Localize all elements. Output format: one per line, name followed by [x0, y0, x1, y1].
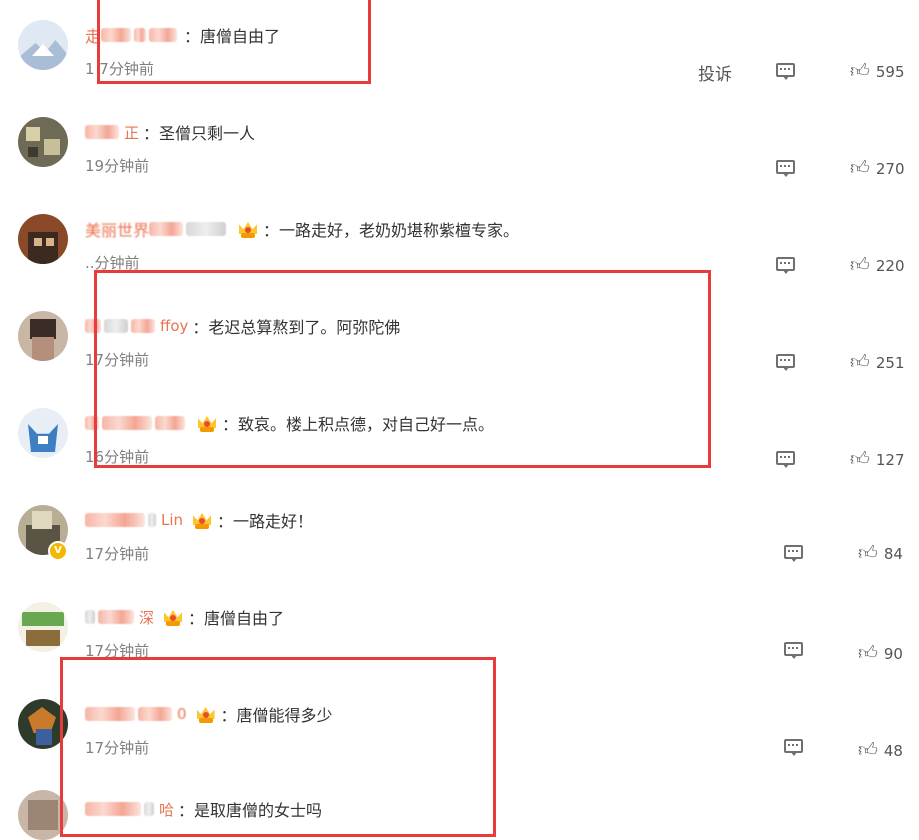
like-button[interactable]: 👍︎ 251: [850, 353, 905, 372]
crown-badge-icon: [196, 412, 218, 434]
username[interactable]: 美丽世界: [85, 217, 229, 241]
comment-text: ：老迟总算熬到了。阿弥陀佛: [192, 318, 401, 337]
comment-bubble-icon[interactable]: [776, 257, 798, 275]
timestamp: 17分钟前: [85, 642, 150, 660]
comment-item: 深 ：唐僧自由了 17分钟前 👍︎ 90: [0, 582, 919, 679]
comment-text: ：致哀。楼上积点德，对自己好一点。: [222, 415, 495, 434]
comment-item: 正 ：圣僧只剩一人 19分钟前 👍︎ 270: [0, 97, 919, 194]
like-button[interactable]: 👍︎ 48: [858, 741, 903, 760]
like-button[interactable]: 👍︎ 127: [850, 450, 905, 469]
avatar[interactable]: [18, 408, 68, 458]
username[interactable]: ffoy: [85, 317, 188, 335]
comment-text: ：唐僧能得多少: [220, 706, 333, 725]
username[interactable]: Lin: [85, 511, 183, 529]
avatar[interactable]: [18, 20, 68, 70]
thumbs-up-icon: 👍︎: [850, 448, 870, 470]
thumbs-up-icon: 👍︎: [850, 157, 870, 179]
comment-text: ：是取唐僧的女士吗: [178, 801, 323, 820]
comment-bubble-icon[interactable]: [784, 739, 806, 757]
comment-item: 哈 ：是取唐僧的女士吗: [0, 776, 919, 840]
timestamp: 17分钟前: [85, 351, 150, 369]
timestamp: 1 7分钟前: [85, 60, 154, 78]
username[interactable]: 走: [85, 23, 180, 47]
avatar[interactable]: [18, 602, 68, 652]
like-count: 84: [883, 544, 903, 563]
comment-text: ：唐僧自由了: [188, 609, 285, 628]
comment-bubble-icon[interactable]: [776, 160, 798, 178]
comment-bubble-icon[interactable]: [784, 545, 806, 563]
timestamp: 19分钟前: [85, 157, 150, 175]
like-count: 48: [883, 741, 903, 760]
thumbs-up-icon: 👍︎: [850, 351, 870, 373]
comment-text: ：一路走好！: [217, 512, 314, 531]
comment-bubble-icon[interactable]: [776, 451, 798, 469]
comment-text: ：唐僧自由了: [184, 27, 281, 46]
timestamp: 17分钟前: [85, 739, 150, 757]
crown-badge-icon: [191, 509, 213, 531]
username[interactable]: [85, 416, 188, 430]
timestamp: ..分钟前: [85, 254, 140, 272]
thumbs-up-icon: 👍︎: [858, 542, 878, 564]
thumbs-up-icon: 👍︎: [858, 642, 878, 664]
verified-v-icon: V: [48, 541, 68, 561]
like-button[interactable]: 👍︎ 595: [850, 62, 905, 81]
username[interactable]: 正: [85, 122, 139, 143]
comment-item: V Lin ：一路走好！ 17分钟前 👍︎ 84: [0, 485, 919, 582]
username[interactable]: 哈: [85, 799, 174, 820]
username[interactable]: 深: [85, 607, 154, 628]
comment-bubble-icon[interactable]: [776, 354, 798, 372]
comment-item: 美丽世界 ：一路走好，老奶奶堪称紫檀专家。 ..分钟前 👍︎ 220: [0, 194, 919, 291]
crown-badge-icon: [195, 703, 217, 725]
like-count: 127: [875, 450, 905, 469]
thumbs-up-icon: 👍︎: [858, 739, 878, 761]
like-count: 220: [875, 256, 905, 275]
like-count: 251: [875, 353, 905, 372]
thumbs-up-icon: 👍︎: [850, 254, 870, 276]
avatar[interactable]: [18, 214, 68, 264]
timestamp: 17分钟前: [85, 545, 150, 563]
like-button[interactable]: 👍︎ 270: [850, 159, 905, 178]
crown-badge-icon: [162, 606, 184, 628]
comment-item: ffoy ：老迟总算熬到了。阿弥陀佛 17分钟前 👍︎ 251: [0, 291, 919, 388]
like-button[interactable]: 👍︎ 220: [850, 256, 905, 275]
avatar[interactable]: [18, 790, 68, 840]
like-button[interactable]: 👍︎ 90: [858, 644, 903, 663]
avatar[interactable]: [18, 311, 68, 361]
comment-item: 0 ：唐僧能得多少 17分钟前 👍︎ 48: [0, 679, 919, 776]
like-button[interactable]: 👍︎ 84: [858, 544, 903, 563]
username[interactable]: 0: [85, 705, 187, 723]
avatar[interactable]: [18, 699, 68, 749]
avatar[interactable]: [18, 117, 68, 167]
report-button[interactable]: 投诉: [698, 60, 732, 85]
comment-item: ：致哀。楼上积点德，对自己好一点。 16分钟前 👍︎ 127: [0, 388, 919, 485]
comment-item: 走 ：唐僧自由了 1 7分钟前 投诉 👍︎ 595: [0, 0, 919, 97]
thumbs-up-icon: 👍︎: [850, 60, 870, 82]
comment-text: ：圣僧只剩一人: [143, 124, 256, 143]
comment-bubble-icon[interactable]: [784, 642, 806, 660]
timestamp: 16分钟前: [85, 448, 150, 466]
like-count: 90: [883, 644, 903, 663]
comment-text: ：一路走好，老奶奶堪称紫檀专家。: [263, 221, 520, 240]
comment-bubble-icon[interactable]: [776, 63, 798, 81]
crown-badge-icon: [237, 218, 259, 240]
like-count: 595: [875, 62, 905, 81]
like-count: 270: [875, 159, 905, 178]
